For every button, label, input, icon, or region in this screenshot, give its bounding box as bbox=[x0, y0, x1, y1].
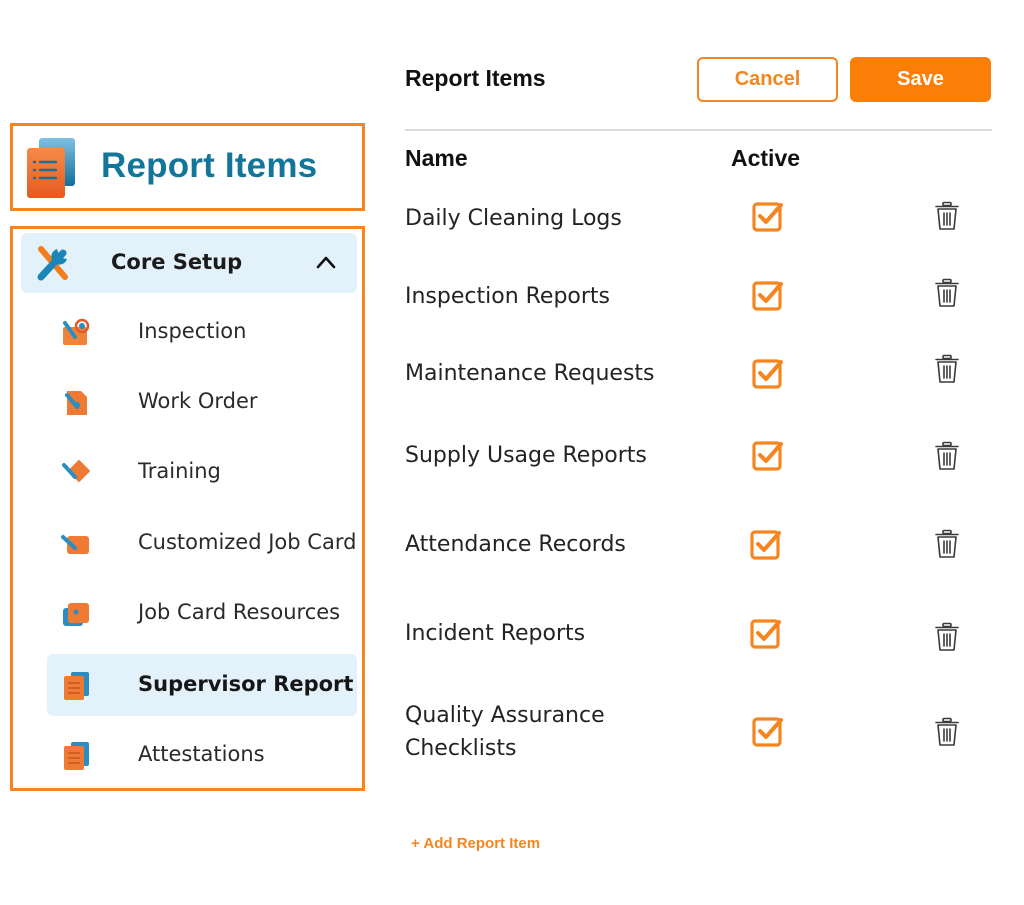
brand-title: Report Items bbox=[101, 146, 318, 185]
cancel-button[interactable]: Cancel bbox=[697, 57, 838, 102]
sidebar-item-label: Attestations bbox=[138, 742, 265, 766]
sidebar-item-inspection[interactable]: Inspection bbox=[47, 301, 357, 363]
report-item-name: Supply Usage Reports bbox=[405, 443, 647, 468]
trash-icon[interactable] bbox=[934, 622, 960, 652]
trash-icon[interactable] bbox=[934, 529, 960, 559]
save-button[interactable]: Save bbox=[850, 57, 991, 102]
sidebar-item-label: Supervisor Report bbox=[138, 672, 354, 696]
active-checkbox[interactable] bbox=[751, 714, 785, 748]
active-checkbox[interactable] bbox=[751, 438, 785, 472]
sidebar-item-label: Inspection bbox=[138, 319, 247, 343]
report-document-icon bbox=[27, 138, 75, 198]
nav-group-core-setup[interactable]: Core Setup bbox=[21, 233, 357, 293]
column-header-name: Name bbox=[405, 145, 468, 171]
report-item-name: Attendance Records bbox=[405, 532, 626, 557]
nav-group-label: Core Setup bbox=[111, 250, 243, 274]
report-item-name: Daily Cleaning Logs bbox=[405, 206, 622, 231]
trash-icon[interactable] bbox=[934, 354, 960, 384]
report-document-icon bbox=[64, 742, 89, 770]
report-item-name: Quality Assurance Checklists bbox=[405, 703, 605, 761]
active-checkbox[interactable] bbox=[751, 356, 785, 390]
trash-icon[interactable] bbox=[934, 717, 960, 747]
sidebar-item-label: Job Card Resources bbox=[138, 600, 341, 624]
sidebar-item-customized-job-card[interactable]: Customized Job Card bbox=[47, 512, 357, 574]
chevron-up-icon[interactable] bbox=[315, 253, 337, 271]
sidebar-item-training[interactable]: Training bbox=[47, 441, 357, 503]
report-item-name: Maintenance Requests bbox=[405, 361, 655, 386]
report-item-name: Inspection Reports bbox=[405, 284, 611, 309]
sidebar-item-label: Training bbox=[138, 459, 221, 483]
brand-card: Report Items bbox=[10, 123, 365, 211]
active-checkbox[interactable] bbox=[749, 527, 783, 561]
sidebar-item-job-card-resources[interactable]: Job Card Resources bbox=[47, 582, 357, 644]
sidebar-item-supervisor-report[interactable]: Supervisor Report bbox=[47, 654, 357, 716]
report-item-name: Incident Reports bbox=[405, 621, 586, 646]
job-card-icon bbox=[61, 535, 89, 554]
header-divider bbox=[405, 129, 992, 131]
report-document-icon bbox=[64, 672, 89, 700]
training-icon bbox=[62, 459, 91, 483]
tools-icon bbox=[37, 246, 68, 281]
sidebar-item-label: Customized Job Card bbox=[138, 530, 357, 554]
resources-icon bbox=[63, 603, 89, 626]
trash-icon[interactable] bbox=[934, 278, 960, 308]
sidebar-nav: Core Setup Inspection Work Order Trainin… bbox=[10, 226, 365, 791]
work-order-icon bbox=[65, 391, 87, 415]
inspection-icon bbox=[63, 318, 90, 345]
trash-icon[interactable] bbox=[934, 441, 960, 471]
sidebar-item-work-order[interactable]: Work Order bbox=[47, 371, 357, 433]
active-checkbox[interactable] bbox=[751, 278, 785, 312]
column-header-active: Active bbox=[731, 145, 801, 171]
add-report-item-link[interactable]: + Add Report Item bbox=[411, 835, 540, 852]
sidebar-item-attestations[interactable]: Attestations bbox=[47, 724, 357, 786]
trash-icon[interactable] bbox=[934, 201, 960, 231]
page-title: Report Items bbox=[405, 65, 546, 91]
active-checkbox[interactable] bbox=[751, 199, 785, 233]
active-checkbox[interactable] bbox=[749, 616, 783, 650]
sidebar-item-label: Work Order bbox=[138, 389, 258, 413]
